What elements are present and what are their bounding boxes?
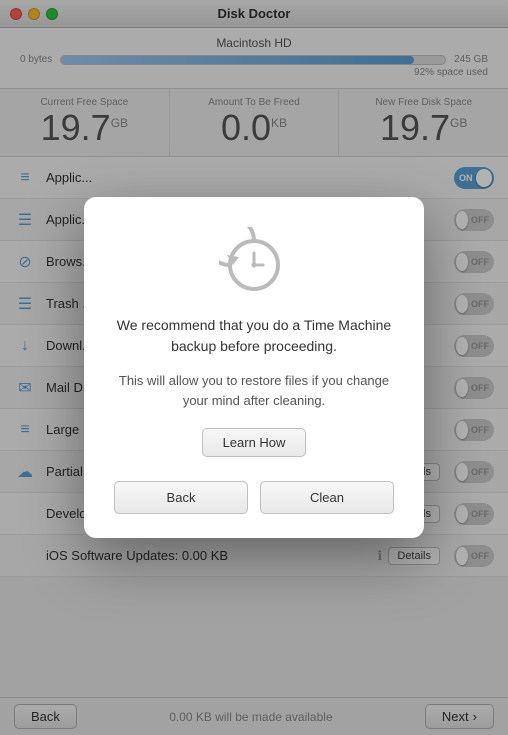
modal-back-button[interactable]: Back [114, 481, 248, 514]
modal-dialog: We recommend that you do a Time Machine … [84, 197, 424, 538]
modal-buttons: Back Clean [114, 481, 394, 514]
modal-clean-button[interactable]: Clean [260, 481, 394, 514]
modal-title: We recommend that you do a Time Machine … [114, 315, 394, 357]
learn-how-button[interactable]: Learn How [202, 428, 307, 457]
time-machine-icon [219, 227, 289, 297]
modal-body: This will allow you to restore files if … [114, 371, 394, 410]
modal-overlay: We recommend that you do a Time Machine … [0, 0, 508, 735]
